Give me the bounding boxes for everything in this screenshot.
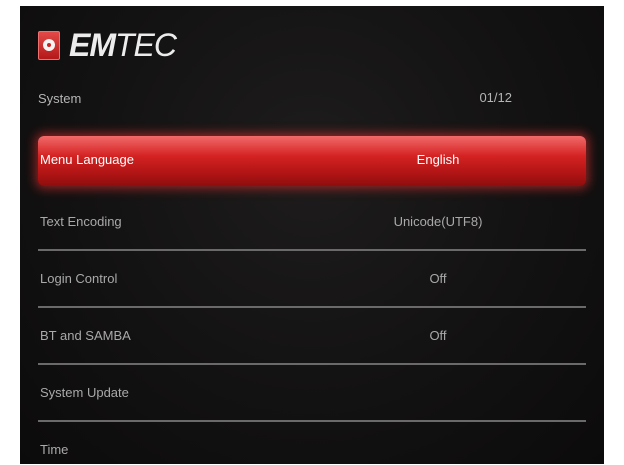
settings-menu: Menu Language English Text Encoding Unic… xyxy=(38,136,586,464)
menu-item-text-encoding[interactable]: Text Encoding Unicode(UTF8) xyxy=(38,194,586,251)
menu-item-time[interactable]: Time xyxy=(38,422,586,464)
menu-item-value: Unicode(UTF8) xyxy=(393,214,483,229)
menu-item-value: Off xyxy=(429,271,447,286)
emtec-logo-icon xyxy=(38,30,60,60)
page-counter: 01/12 xyxy=(479,90,512,105)
logo-text-bold: EM xyxy=(69,27,116,63)
menu-item-menu-language[interactable]: Menu Language English xyxy=(38,136,586,186)
logo-text-thin: TEC xyxy=(115,27,177,63)
section-title: System xyxy=(38,91,82,106)
logo-text: EMTEC xyxy=(69,27,177,63)
emtec-logo: EMTEC xyxy=(38,27,177,63)
menu-item-label: Time xyxy=(40,442,69,457)
menu-item-bt-and-samba[interactable]: BT and SAMBA Off xyxy=(38,308,586,365)
menu-item-label: System Update xyxy=(40,385,129,400)
menu-item-label: Menu Language xyxy=(40,152,134,167)
menu-item-value: English xyxy=(416,152,460,167)
menu-item-login-control[interactable]: Login Control Off xyxy=(38,251,586,308)
menu-item-system-update[interactable]: System Update xyxy=(38,365,586,422)
menu-item-label: Text Encoding xyxy=(40,214,122,229)
tv-screen: EMTEC System 01/12 Menu Language English… xyxy=(20,6,604,464)
menu-item-label: Login Control xyxy=(40,271,118,286)
menu-item-value: Off xyxy=(429,328,447,343)
menu-item-label: BT and SAMBA xyxy=(40,328,131,343)
